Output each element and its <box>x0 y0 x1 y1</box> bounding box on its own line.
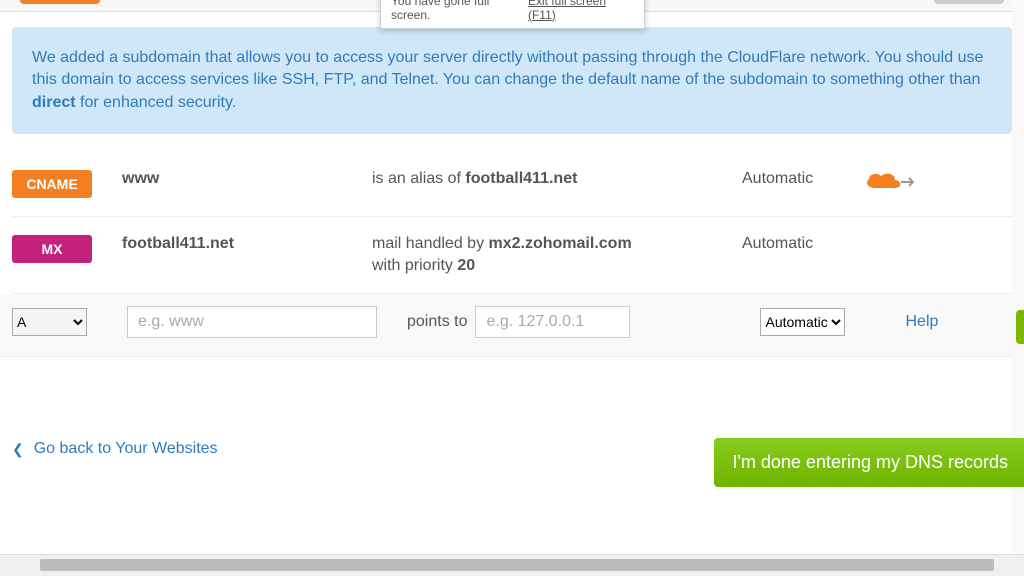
info-banner: We added a subdomain that allows you to … <box>12 27 1012 134</box>
record-name: www <box>122 170 372 188</box>
points-to-label: points to <box>407 313 467 331</box>
record-ttl: Automatic <box>742 235 852 253</box>
record-ttl: Automatic <box>742 170 852 188</box>
record-name: football411.net <box>122 235 372 253</box>
record-type-badge: MX <box>12 235 92 263</box>
record-value: mail handled by mx2.zohomail.com with pr… <box>372 235 742 275</box>
partial-orange-button <box>20 0 100 4</box>
add-record-button-edge[interactable] <box>1016 310 1024 344</box>
cloud-icon <box>857 170 917 198</box>
done-button[interactable]: I'm done entering my DNS records <box>714 438 1024 487</box>
back-link[interactable]: ❮ Go back to Your Websites <box>12 440 218 458</box>
table-row: MX football411.net mail handled by mx2.z… <box>12 217 1012 294</box>
exit-fullscreen-link[interactable]: Exit full screen (F11) <box>528 0 634 22</box>
scrollbar-thumb[interactable] <box>40 559 994 571</box>
fullscreen-msg: You have gone full screen. <box>391 0 528 22</box>
chevron-left-icon: ❮ <box>12 441 24 458</box>
partial-gray-button <box>934 0 1004 4</box>
record-value-input[interactable] <box>475 306 630 338</box>
add-record-row: A points to Automatic Help <box>0 294 1024 357</box>
table-row: CNAME www is an alias of football411.net… <box>12 152 1012 217</box>
record-type-select[interactable]: A <box>12 308 87 336</box>
record-value: is an alias of football411.net <box>372 170 742 188</box>
dns-records-table: CNAME www is an alias of football411.net… <box>12 152 1012 294</box>
horizontal-scrollbar[interactable] <box>0 554 1024 576</box>
ttl-select[interactable]: Automatic <box>760 308 845 336</box>
record-name-input[interactable] <box>127 306 377 338</box>
cloudflare-proxy-toggle[interactable] <box>852 170 922 198</box>
record-type-badge: CNAME <box>12 170 92 198</box>
help-link[interactable]: Help <box>905 313 938 331</box>
fullscreen-notice: You have gone full screen. Exit full scr… <box>380 0 645 29</box>
